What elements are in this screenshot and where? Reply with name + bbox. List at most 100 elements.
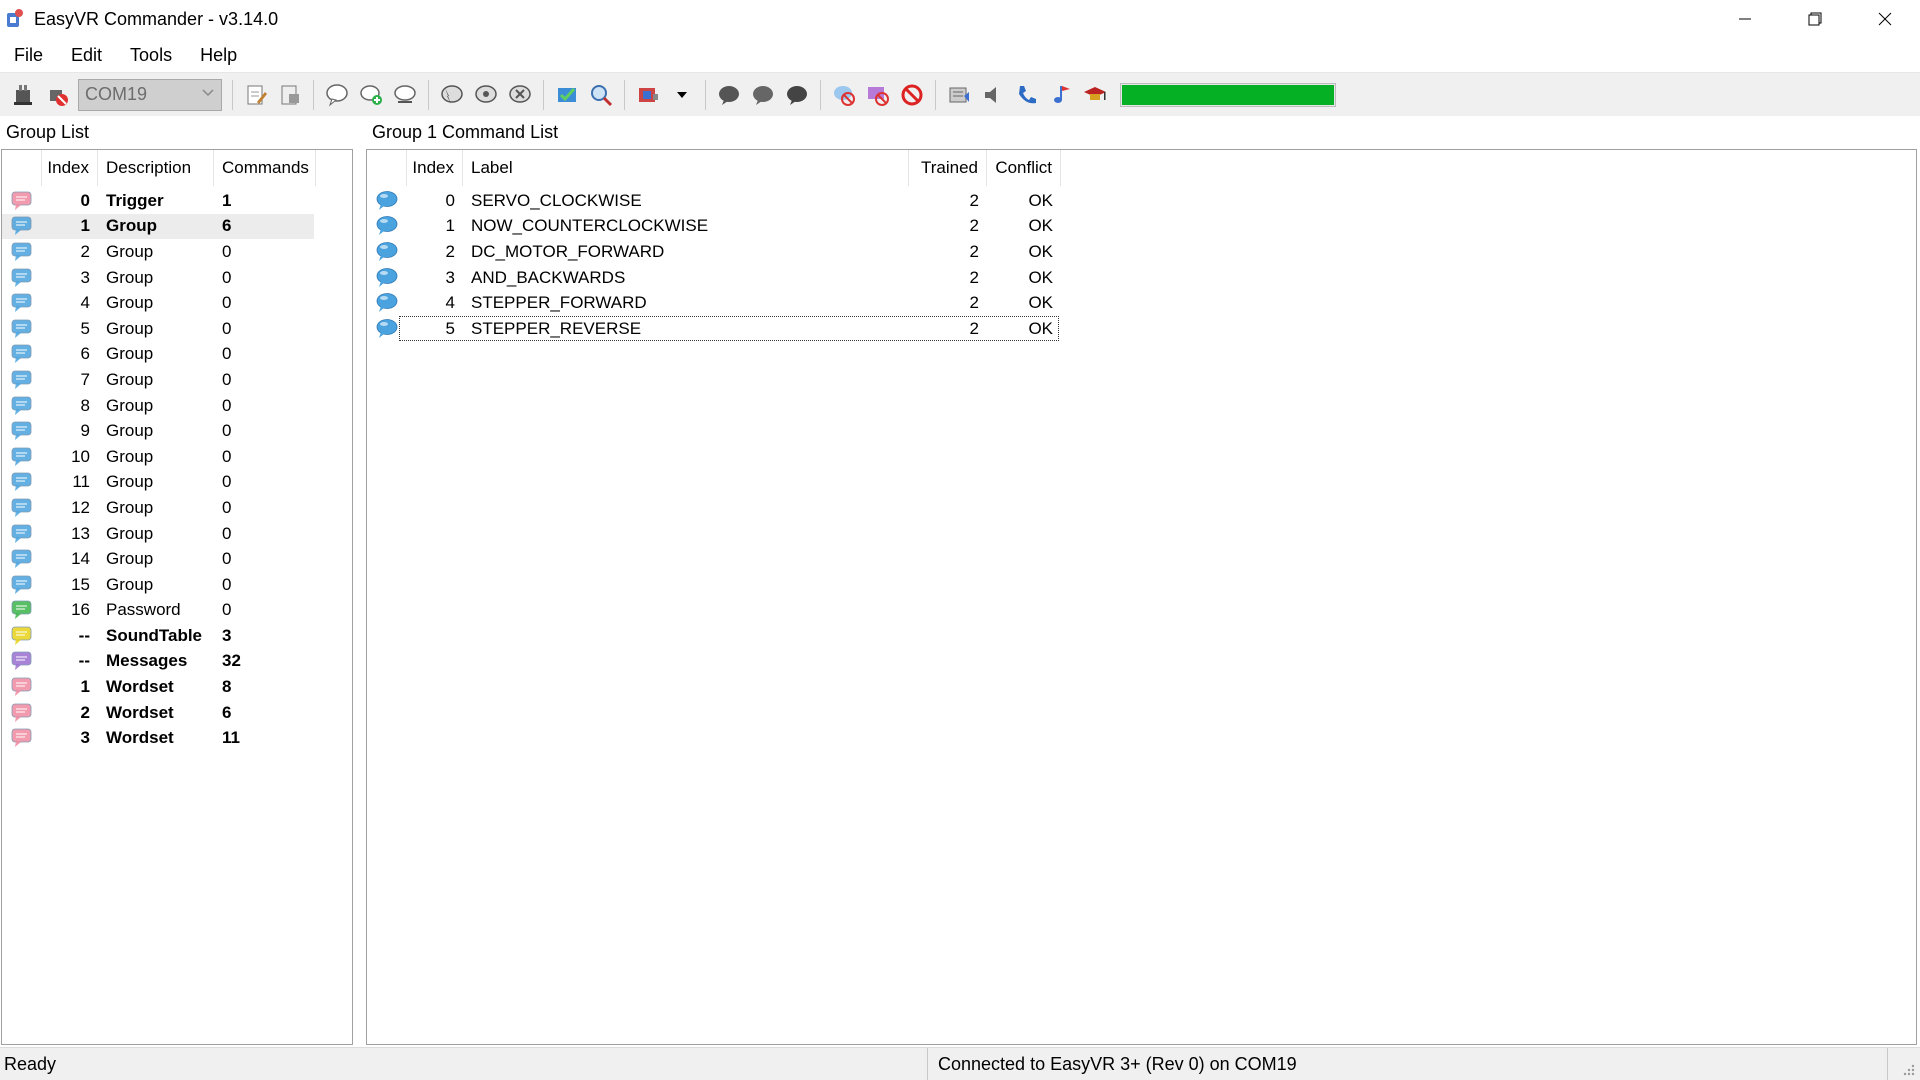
menu-bar: File Edit Tools Help [0, 38, 1920, 72]
speech-bubble-remove-icon [394, 84, 416, 103]
restore-button[interactable] [1780, 0, 1850, 38]
icon-column-header[interactable] [367, 150, 407, 186]
command-row[interactable]: 4 STEPPER_FORWARD 2 OK [367, 290, 1916, 316]
group-row[interactable]: 1 Group 6 [2, 213, 314, 240]
column-header-trained[interactable]: Trained [909, 150, 987, 186]
group-description: Group [106, 267, 154, 287]
icon-column-header[interactable] [2, 150, 42, 186]
group-row-icon-cell [2, 470, 42, 495]
minimize-button[interactable] [1710, 0, 1780, 38]
command-trained-count: 2 [969, 267, 979, 287]
add-group-button[interactable] [322, 80, 352, 110]
command-label: NOW_COUNTERCLOCKWISE [471, 216, 709, 236]
speech-bubble-train-icon [441, 84, 463, 104]
music-button[interactable] [1046, 80, 1076, 110]
command-label: SERVO_CLOCKWISE [471, 190, 642, 210]
phone-button[interactable] [1012, 80, 1042, 110]
command-row[interactable]: 3 AND_BACKWARDS 2 OK [367, 265, 1916, 291]
group-row[interactable]: -- SoundTable 3 [2, 623, 314, 649]
toolbar-separator [543, 79, 544, 110]
erase-training-button[interactable] [505, 80, 535, 110]
menu-tools[interactable]: Tools [116, 45, 186, 66]
group-row[interactable]: 1 Wordset 8 [2, 674, 314, 700]
column-header-description[interactable]: Description [98, 150, 214, 186]
stop-message-button[interactable] [863, 80, 893, 110]
group-row[interactable]: 9 Group 0 [2, 418, 314, 444]
command-row[interactable]: 0 SERVO_CLOCKWISE 2 OK [367, 188, 1916, 214]
column-header-commands[interactable]: Commands [214, 150, 316, 186]
group-commands-count: 0 [222, 600, 232, 620]
speech-bubble-yellow-icon [11, 626, 32, 645]
menu-edit[interactable]: Edit [57, 45, 116, 66]
learn-button[interactable] [1080, 80, 1110, 110]
search-button[interactable] [586, 80, 616, 110]
edit-button[interactable] [241, 80, 271, 110]
command-list[interactable]: Index Label Trained Conflict 0 SERVO_CLOC… [366, 149, 1917, 1045]
group-row[interactable]: 11 Group 0 [2, 470, 314, 496]
group-row[interactable]: 0 Trigger 1 [2, 188, 314, 214]
group-row[interactable]: 6 Group 0 [2, 342, 314, 368]
menu-file[interactable]: File [0, 45, 57, 66]
group-row[interactable]: 2 Wordset 6 [2, 700, 314, 726]
connection-status: Connected to EasyVR 3+ (Rev 0) on COM19 [928, 1048, 1888, 1080]
column-header-label[interactable]: Label [463, 150, 909, 186]
command-row[interactable]: 1 NOW_COUNTERCLOCKWISE 2 OK [367, 214, 1916, 240]
speak-all-button[interactable] [782, 80, 812, 110]
group-row[interactable]: 3 Group 0 [2, 265, 314, 291]
sound-table-button[interactable] [944, 80, 974, 110]
group-row[interactable]: 5 Group 0 [2, 316, 314, 342]
column-header-index[interactable]: Index [42, 150, 98, 186]
resize-grip-icon[interactable] [1900, 1061, 1916, 1077]
speak-next-button[interactable] [748, 80, 778, 110]
export-button[interactable] [275, 80, 305, 110]
group-row[interactable]: 7 Group 0 [2, 367, 314, 393]
remove-command-button[interactable] [390, 80, 420, 110]
group-row-icon-cell [2, 623, 42, 648]
connect-button[interactable] [8, 80, 38, 110]
group-commands-count: 0 [222, 293, 232, 313]
group-row[interactable]: 15 Group 0 [2, 572, 314, 598]
train-button[interactable] [437, 80, 467, 110]
group-row[interactable]: 2 Group 0 [2, 239, 314, 265]
group-row[interactable]: 13 Group 0 [2, 521, 314, 547]
column-header-index[interactable]: Index [407, 150, 463, 186]
document-edit-icon [247, 85, 267, 104]
group-description: Group [106, 216, 157, 236]
stop-recognition-button[interactable] [829, 80, 859, 110]
command-row[interactable]: 2 DC_MOTOR_FORWARD 2 OK [367, 239, 1916, 265]
command-list-title: Group 1 Command List [372, 121, 559, 142]
add-command-button[interactable] [356, 80, 386, 110]
column-header-conflict[interactable]: Conflict [987, 150, 1061, 186]
disconnect-button[interactable] [42, 80, 72, 110]
group-row[interactable]: 8 Group 0 [2, 393, 314, 419]
speak-button[interactable] [714, 80, 744, 110]
group-row-icon-cell [2, 572, 42, 597]
test-button[interactable] [471, 80, 501, 110]
group-row[interactable]: 4 Group 0 [2, 290, 314, 316]
group-row[interactable]: -- Messages 32 [2, 649, 314, 675]
title-bar: EasyVR Commander - v3.14.0 [0, 0, 1920, 38]
device-button[interactable] [633, 80, 663, 110]
verify-button[interactable] [552, 80, 582, 110]
group-commands-count: 0 [222, 446, 232, 466]
group-row[interactable]: 12 Group 0 [2, 495, 314, 521]
group-row[interactable]: 10 Group 0 [2, 444, 314, 470]
group-index: 1 [80, 677, 90, 697]
command-row[interactable]: 5 STEPPER_REVERSE 2 OK [367, 315, 1916, 342]
command-row-icon-cell [367, 239, 407, 264]
group-row-icon-cell [2, 239, 42, 264]
group-commands-count: 0 [222, 369, 232, 389]
menu-help[interactable]: Help [186, 45, 251, 66]
progress-bar [1120, 82, 1336, 107]
stop-icon [901, 84, 923, 105]
device-dropdown-button[interactable] [667, 80, 697, 110]
volume-button[interactable] [978, 80, 1008, 110]
group-row[interactable]: 16 Password 0 [2, 598, 314, 624]
group-commands-count: 11 [222, 728, 240, 748]
group-row[interactable]: 14 Group 0 [2, 546, 314, 572]
stop-button[interactable] [897, 80, 927, 110]
group-list[interactable]: Index Description Commands 0 Trigger 1 1 Gro… [1, 149, 353, 1045]
port-select[interactable]: COM19 [78, 78, 222, 111]
close-button[interactable] [1850, 0, 1920, 38]
group-row[interactable]: 3 Wordset 11 [2, 725, 314, 751]
